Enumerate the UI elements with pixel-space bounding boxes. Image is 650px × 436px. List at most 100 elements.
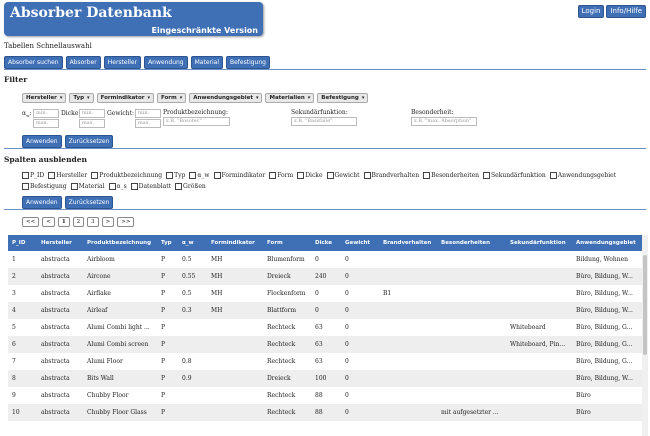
table-scrollbar[interactable] bbox=[642, 235, 648, 436]
hide-checkbox-12[interactable]: Anwendungsgebiet bbox=[549, 172, 616, 179]
table-row[interactable]: 2 abstracta Aircone P 0.55 MH Dreieck 240 0 Büro,… bbox=[8, 268, 644, 285]
column-header[interactable]: Sekundärfunktion bbox=[506, 235, 572, 251]
checkbox-icon[interactable] bbox=[22, 172, 29, 179]
alpha-min-input[interactable]: min. bbox=[33, 109, 59, 118]
hide-checkbox-13[interactable]: Befestigung bbox=[22, 183, 67, 190]
hide-checkbox-9[interactable]: Brandverhalten bbox=[363, 172, 419, 179]
filter-reset-button[interactable]: Zurücksetzen bbox=[64, 135, 114, 148]
filter-dropdown-3[interactable]: Form ▾ bbox=[156, 93, 187, 103]
quick-button-1[interactable]: Absorber bbox=[65, 56, 101, 69]
column-header[interactable]: Gewicht bbox=[341, 235, 379, 251]
hide-checkbox-8[interactable]: Gewicht bbox=[326, 172, 360, 179]
page-first-button[interactable]: << bbox=[22, 217, 40, 227]
hide-checkbox-4[interactable]: α_w bbox=[189, 172, 210, 179]
filter-dropdown-2[interactable]: Formindikator ▾ bbox=[96, 93, 154, 103]
checkbox-icon[interactable] bbox=[175, 183, 183, 190]
page-next-button[interactable]: > bbox=[101, 217, 115, 227]
page-button-3[interactable]: 3 bbox=[87, 217, 99, 227]
column-header[interactable]: Brandverhalten bbox=[379, 235, 437, 251]
column-header[interactable]: Produktbezeichnung bbox=[83, 235, 157, 251]
checkbox-icon[interactable] bbox=[48, 172, 56, 179]
besonderheit-input[interactable]: z.B. "max. Absorption" bbox=[411, 117, 477, 126]
hide-checkbox-17[interactable]: Größen bbox=[175, 183, 206, 190]
hide-checkbox-16[interactable]: Datenblatt bbox=[130, 183, 171, 190]
checkbox-icon[interactable] bbox=[108, 183, 116, 190]
quick-button-2[interactable]: Hersteller bbox=[103, 56, 142, 69]
quick-button-4[interactable]: Material bbox=[190, 56, 223, 69]
checkbox-icon[interactable] bbox=[483, 172, 491, 179]
checkbox-icon[interactable] bbox=[189, 172, 197, 179]
column-header[interactable]: Dicke bbox=[311, 235, 341, 251]
table-row[interactable]: 4 abstracta Airleaf P 0.3 MH Blattform 0 0 Büro, … bbox=[8, 302, 644, 319]
column-header[interactable]: P_ID bbox=[8, 235, 37, 251]
column-header[interactable]: Form bbox=[263, 235, 311, 251]
sekundaer-input[interactable]: z.B. "Bassfalle" bbox=[291, 117, 357, 126]
table-row[interactable]: 3 abstracta Airflake P 0.5 MH Flockenform 0 0 B1 B… bbox=[8, 285, 644, 302]
checkbox-icon[interactable] bbox=[213, 172, 221, 179]
chevron-down-icon: ▾ bbox=[147, 95, 150, 101]
table-row[interactable]: 7 abstracta Alumi Floor P 0.8 Rechteck 63 0 Büro… bbox=[8, 353, 644, 370]
login-button[interactable]: Login bbox=[577, 5, 605, 18]
checkbox-icon[interactable] bbox=[130, 183, 138, 190]
quick-button-0[interactable]: Absorber suchen bbox=[4, 56, 63, 69]
gewicht-max-input[interactable]: max. bbox=[135, 119, 161, 128]
table-row[interactable]: 6 abstracta Alumi Combi screen P Rechteck 63 0… bbox=[8, 336, 644, 353]
hide-checkbox-5[interactable]: Formindikator bbox=[213, 172, 265, 179]
checkbox-icon[interactable] bbox=[22, 183, 29, 190]
checkbox-icon[interactable] bbox=[70, 183, 78, 190]
dicke-min-input[interactable]: min. bbox=[79, 109, 105, 118]
column-header[interactable]: Besonderheiten bbox=[437, 235, 506, 251]
column-header[interactable]: Hersteller bbox=[37, 235, 83, 251]
checkbox-icon[interactable] bbox=[423, 172, 431, 179]
page-prev-button[interactable]: < bbox=[42, 217, 55, 227]
scrollbar-thumb[interactable] bbox=[643, 255, 647, 355]
hide-checkbox-1[interactable]: Hersteller bbox=[48, 172, 87, 179]
checkbox-icon[interactable] bbox=[297, 172, 305, 179]
alpha-max-input[interactable]: max. bbox=[33, 119, 59, 128]
page-last-button[interactable]: >> bbox=[117, 217, 135, 227]
table-row[interactable]: 1 abstracta Airbloom P 0.5 MH Blumenform 0 0 Bild… bbox=[8, 251, 644, 268]
gewicht-min-input[interactable]: min. bbox=[135, 109, 161, 118]
hide-apply-button[interactable]: Anwenden bbox=[22, 196, 62, 209]
quick-button-3[interactable]: Anwendung bbox=[144, 56, 188, 69]
checkbox-icon[interactable] bbox=[91, 172, 99, 179]
table-row[interactable]: 10 abstracta Chubby Floor Glass P Rechteck 88… bbox=[8, 404, 644, 421]
filter-dropdown-1[interactable]: Typ ▾ bbox=[69, 93, 94, 103]
table-row[interactable]: 8 abstracta Bits Wall P 0.9 Dreieck 100 0 Büro, … bbox=[8, 370, 644, 387]
hide-checkbox-0[interactable]: P_ID bbox=[22, 172, 44, 179]
filter-dropdown-5[interactable]: Materialien ▾ bbox=[265, 93, 315, 103]
checkbox-icon[interactable] bbox=[166, 172, 174, 179]
hide-checkbox-11[interactable]: Sekundärfunktion bbox=[483, 172, 546, 179]
hide-reset-button[interactable]: Zurücksetzen bbox=[64, 196, 114, 209]
hide-checkbox-15[interactable]: α_s bbox=[108, 183, 127, 190]
table-row[interactable]: 5 abstracta Alumi Combi light ... P Rechteck… bbox=[8, 319, 644, 336]
filter-dropdown-4[interactable]: Anwendungsgebiet ▾ bbox=[189, 93, 263, 103]
filter-dropdown-6[interactable]: Befestigung ▾ bbox=[317, 93, 369, 103]
column-header[interactable]: Anwendungsgebiet bbox=[572, 235, 644, 251]
dicke-max-input[interactable]: max. bbox=[79, 119, 105, 128]
filter-apply-button[interactable]: Anwenden bbox=[22, 135, 62, 148]
quick-button-5[interactable]: Befestigung bbox=[225, 56, 270, 69]
page-button-2[interactable]: 2 bbox=[72, 217, 85, 227]
filter-dropdown-0[interactable]: Hersteller ▾ bbox=[22, 93, 67, 103]
info-help-button[interactable]: Info/Hilfe bbox=[606, 5, 646, 18]
column-header[interactable]: Typ bbox=[157, 235, 178, 251]
hide-checkbox-10[interactable]: Besonderheiten bbox=[423, 172, 479, 179]
checkbox-icon[interactable] bbox=[269, 172, 277, 179]
hide-checkbox-7[interactable]: Dicke bbox=[297, 172, 323, 179]
chevron-down-icon: ▾ bbox=[307, 95, 311, 101]
filter-dropdown-label: Formindikator bbox=[100, 95, 145, 101]
hide-checkbox-6[interactable]: Form bbox=[269, 172, 293, 179]
table-row[interactable]: 9 abstracta Chubby Floor P Rechteck 88 0 Büro bbox=[8, 387, 644, 404]
hide-checkbox-2[interactable]: Produktbezeichnung bbox=[91, 172, 162, 179]
absorber-table: P_ID Hersteller Produktbezeichnung Typ α_w Fo… bbox=[8, 235, 644, 421]
hide-checkbox-14[interactable]: Material bbox=[70, 183, 105, 190]
page-button-1[interactable]: 1 bbox=[57, 217, 70, 227]
checkbox-icon[interactable] bbox=[326, 172, 334, 179]
column-header[interactable]: α_w bbox=[178, 235, 207, 251]
checkbox-icon[interactable] bbox=[363, 172, 371, 179]
hide-checkbox-3[interactable]: Typ bbox=[166, 172, 185, 179]
produkt-input[interactable]: z.B. "Rosotec" bbox=[163, 117, 230, 126]
checkbox-icon[interactable] bbox=[549, 172, 557, 179]
column-header[interactable]: Formindikator bbox=[207, 235, 263, 251]
